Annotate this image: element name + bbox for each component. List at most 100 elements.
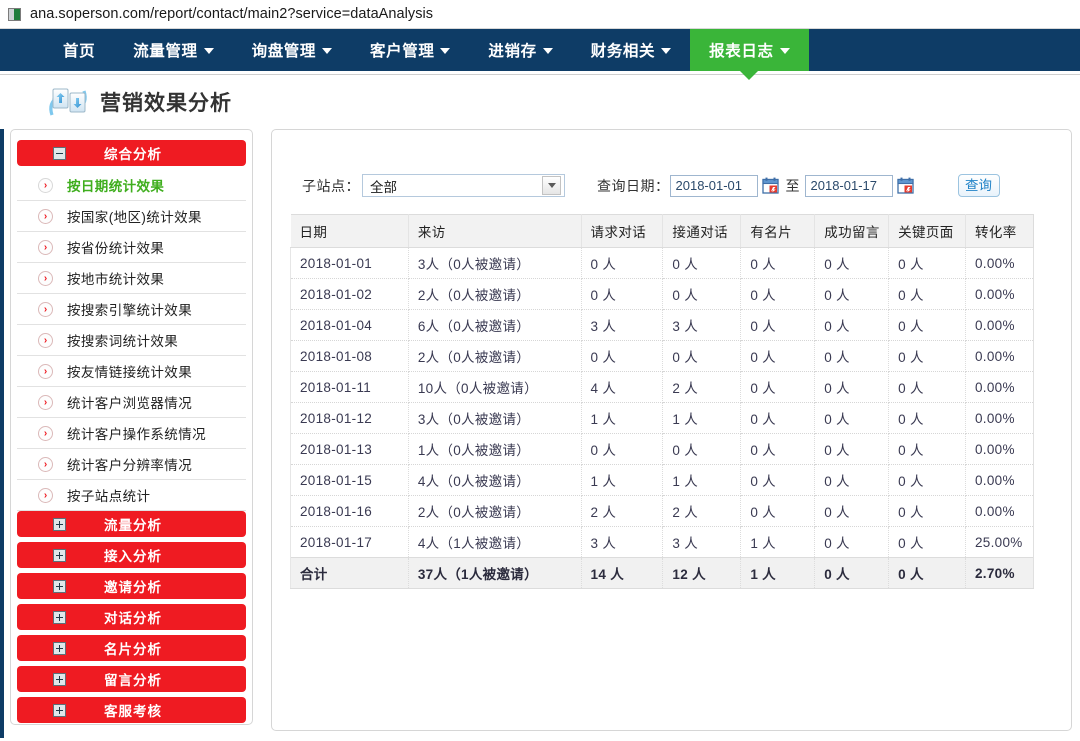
sidebar-section-2[interactable]: 接入分析 (17, 542, 246, 568)
cell-9-3: 3 人 (662, 526, 742, 558)
nav-item-0[interactable]: 首页 (44, 29, 114, 71)
sidebar-section-4[interactable]: 对话分析 (17, 604, 246, 630)
plus-icon[interactable] (53, 610, 66, 624)
calendar-icon-from[interactable] (761, 177, 779, 194)
table-row: 2018-01-11 10人（0人被邀请） 4 人2 人0 人0 人0 人 0.00% (290, 371, 1035, 403)
sidebar-item-0-10[interactable]: › 按子站点统计 (17, 480, 246, 511)
sidebar-section-5[interactable]: 名片分析 (17, 635, 246, 661)
cell-1-5: 0 人 (814, 278, 890, 310)
cell-0-4: 0 人 (740, 247, 816, 279)
sidebar-item-label: 按搜索词统计效果 (67, 334, 179, 349)
table-header-row: 日期 来访 请求对话 接通对话 有名片 成功留言 关键页面 转化率 (290, 214, 1035, 248)
cell-4-0: 2018-01-11 (290, 371, 409, 403)
query-button[interactable]: 查询 (957, 174, 1000, 197)
cell-2-7: 0.00% (965, 309, 1035, 341)
filter-bar: 子站点： 全部 查询日期： 2018-01-01 至 2018-01-17 查询 (272, 130, 1071, 197)
plus-icon[interactable] (53, 672, 66, 686)
column-header-5: 成功留言 (814, 214, 890, 248)
chevron-down-icon (322, 48, 333, 54)
sidebar-section-6[interactable]: 留言分析 (17, 666, 246, 692)
cell-5-1: 3人（0人被邀请） (408, 402, 582, 434)
cell-0-0: 2018-01-01 (290, 247, 409, 279)
minus-icon[interactable] (53, 146, 66, 160)
cell-9-4: 1 人 (740, 526, 816, 558)
cell-3-2: 0 人 (581, 340, 664, 372)
date-to-input[interactable]: 2018-01-17 (804, 174, 893, 197)
table-row: 2018-01-15 4人（0人被邀请） 1 人1 人0 人0 人0 人 0.00% (290, 464, 1035, 496)
sidebar-item-0-9[interactable]: › 统计客户分辨率情况 (17, 449, 246, 480)
cell-7-7: 0.00% (965, 464, 1035, 496)
cell-2-2: 3 人 (581, 309, 664, 341)
total-cell-0: 合计 (290, 557, 409, 589)
plus-icon[interactable] (53, 641, 66, 655)
sidebar-item-0-1[interactable]: › 按国家(地区)统计效果 (17, 201, 246, 232)
calendar-icon-to[interactable] (896, 177, 914, 194)
browser-url-bar[interactable]: ana.soperson.com/report/contact/main2?se… (0, 0, 1080, 29)
sidebar-item-0-4[interactable]: › 按搜索引擎统计效果 (17, 294, 246, 325)
sidebar-section-3[interactable]: 邀请分析 (17, 573, 246, 599)
cell-3-0: 2018-01-08 (290, 340, 409, 372)
sidebar-item-0-7[interactable]: › 统计客户浏览器情况 (17, 387, 246, 418)
sidebar-section-label: 对话分析 (104, 611, 162, 626)
nav-item-1[interactable]: 流量管理 (114, 29, 232, 71)
page-favicon-icon (8, 7, 21, 21)
table-row: 2018-01-12 3人（0人被邀请） 1 人1 人0 人0 人0 人 0.00% (290, 402, 1035, 434)
sidebar-item-0-5[interactable]: › 按搜索词统计效果 (17, 325, 246, 356)
nav-item-2[interactable]: 询盘管理 (233, 29, 351, 71)
cell-8-4: 0 人 (740, 495, 816, 527)
nav-item-5[interactable]: 财务相关 (572, 29, 690, 71)
plus-icon[interactable] (53, 548, 66, 562)
nav-item-3[interactable]: 客户管理 (351, 29, 469, 71)
table-row: 2018-01-16 2人（0人被邀请） 2 人2 人0 人0 人0 人 0.00% (290, 495, 1035, 527)
sidebar-item-0-8[interactable]: › 统计客户操作系统情况 (17, 418, 246, 449)
table-row: 2018-01-02 2人（0人被邀请） 0 人0 人0 人0 人0 人 0.00% (290, 278, 1035, 310)
chevron-right-icon: › (38, 177, 53, 193)
cell-2-4: 0 人 (740, 309, 816, 341)
sidebar-item-0-0[interactable]: › 按日期统计效果 (17, 170, 246, 201)
nav-item-6[interactable]: 报表日志 (690, 29, 809, 71)
plus-icon[interactable] (53, 703, 66, 717)
column-header-7: 转化率 (965, 214, 1035, 248)
cell-0-6: 0 人 (888, 247, 966, 279)
cell-8-7: 0.00% (965, 495, 1035, 527)
sidebar-item-label: 统计客户浏览器情况 (67, 396, 193, 411)
cell-9-2: 3 人 (581, 526, 664, 558)
sidebar-section-label: 接入分析 (104, 549, 162, 564)
date-from-input[interactable]: 2018-01-01 (669, 174, 758, 197)
cell-4-4: 0 人 (740, 371, 816, 403)
table-row: 2018-01-17 4人（1人被邀请） 3 人3 人1 人0 人0 人 25.00% (290, 526, 1035, 558)
cell-6-2: 0 人 (581, 433, 664, 465)
table-head: 日期 来访 请求对话 接通对话 有名片 成功留言 关键页面 转化率 (290, 214, 1035, 248)
sidebar-item-0-6[interactable]: › 按友情链接统计效果 (17, 356, 246, 387)
cell-7-5: 0 人 (814, 464, 890, 496)
chevron-down-icon[interactable] (542, 176, 561, 195)
date-label: 查询日期： (597, 177, 670, 194)
cell-0-7: 0.00% (965, 247, 1035, 279)
sidebar-section-label: 留言分析 (104, 673, 162, 688)
nav-item-4[interactable]: 进销存 (469, 29, 571, 71)
table-row: 2018-01-08 2人（0人被邀请） 0 人0 人0 人0 人0 人 0.00% (290, 340, 1035, 372)
subsite-select[interactable]: 全部 (362, 174, 565, 197)
sidebar-section-1[interactable]: 流量分析 (17, 511, 246, 537)
cell-2-3: 3 人 (662, 309, 742, 341)
cell-1-4: 0 人 (740, 278, 816, 310)
sidebar-item-0-2[interactable]: › 按省份统计效果 (17, 232, 246, 263)
cell-5-7: 0.00% (965, 402, 1035, 434)
cell-7-1: 4人（0人被邀请） (408, 464, 582, 496)
cell-1-0: 2018-01-02 (290, 278, 409, 310)
plus-icon[interactable] (53, 579, 66, 593)
cell-3-1: 2人（0人被邀请） (408, 340, 582, 372)
sidebar-section-7[interactable]: 客服考核 (17, 697, 246, 723)
sidebar-section-0[interactable]: 综合分析 (17, 140, 246, 166)
table-row: 2018-01-04 6人（0人被邀请） 3 人3 人0 人0 人0 人 0.00% (290, 309, 1035, 341)
column-header-2: 请求对话 (581, 214, 664, 248)
cell-3-5: 0 人 (814, 340, 890, 372)
stats-table: 日期 来访 请求对话 接通对话 有名片 成功留言 关键页面 转化率 2018-01-01 3人（… (290, 214, 1035, 589)
cell-0-5: 0 人 (814, 247, 890, 279)
cell-9-1: 4人（1人被邀请） (408, 526, 582, 558)
table-row: 2018-01-13 1人（0人被邀请） 0 人0 人0 人0 人0 人 0.00% (290, 433, 1035, 465)
cell-1-1: 2人（0人被邀请） (408, 278, 582, 310)
plus-icon[interactable] (53, 517, 66, 531)
chevron-right-icon: › (38, 425, 53, 441)
sidebar-item-0-3[interactable]: › 按地市统计效果 (17, 263, 246, 294)
